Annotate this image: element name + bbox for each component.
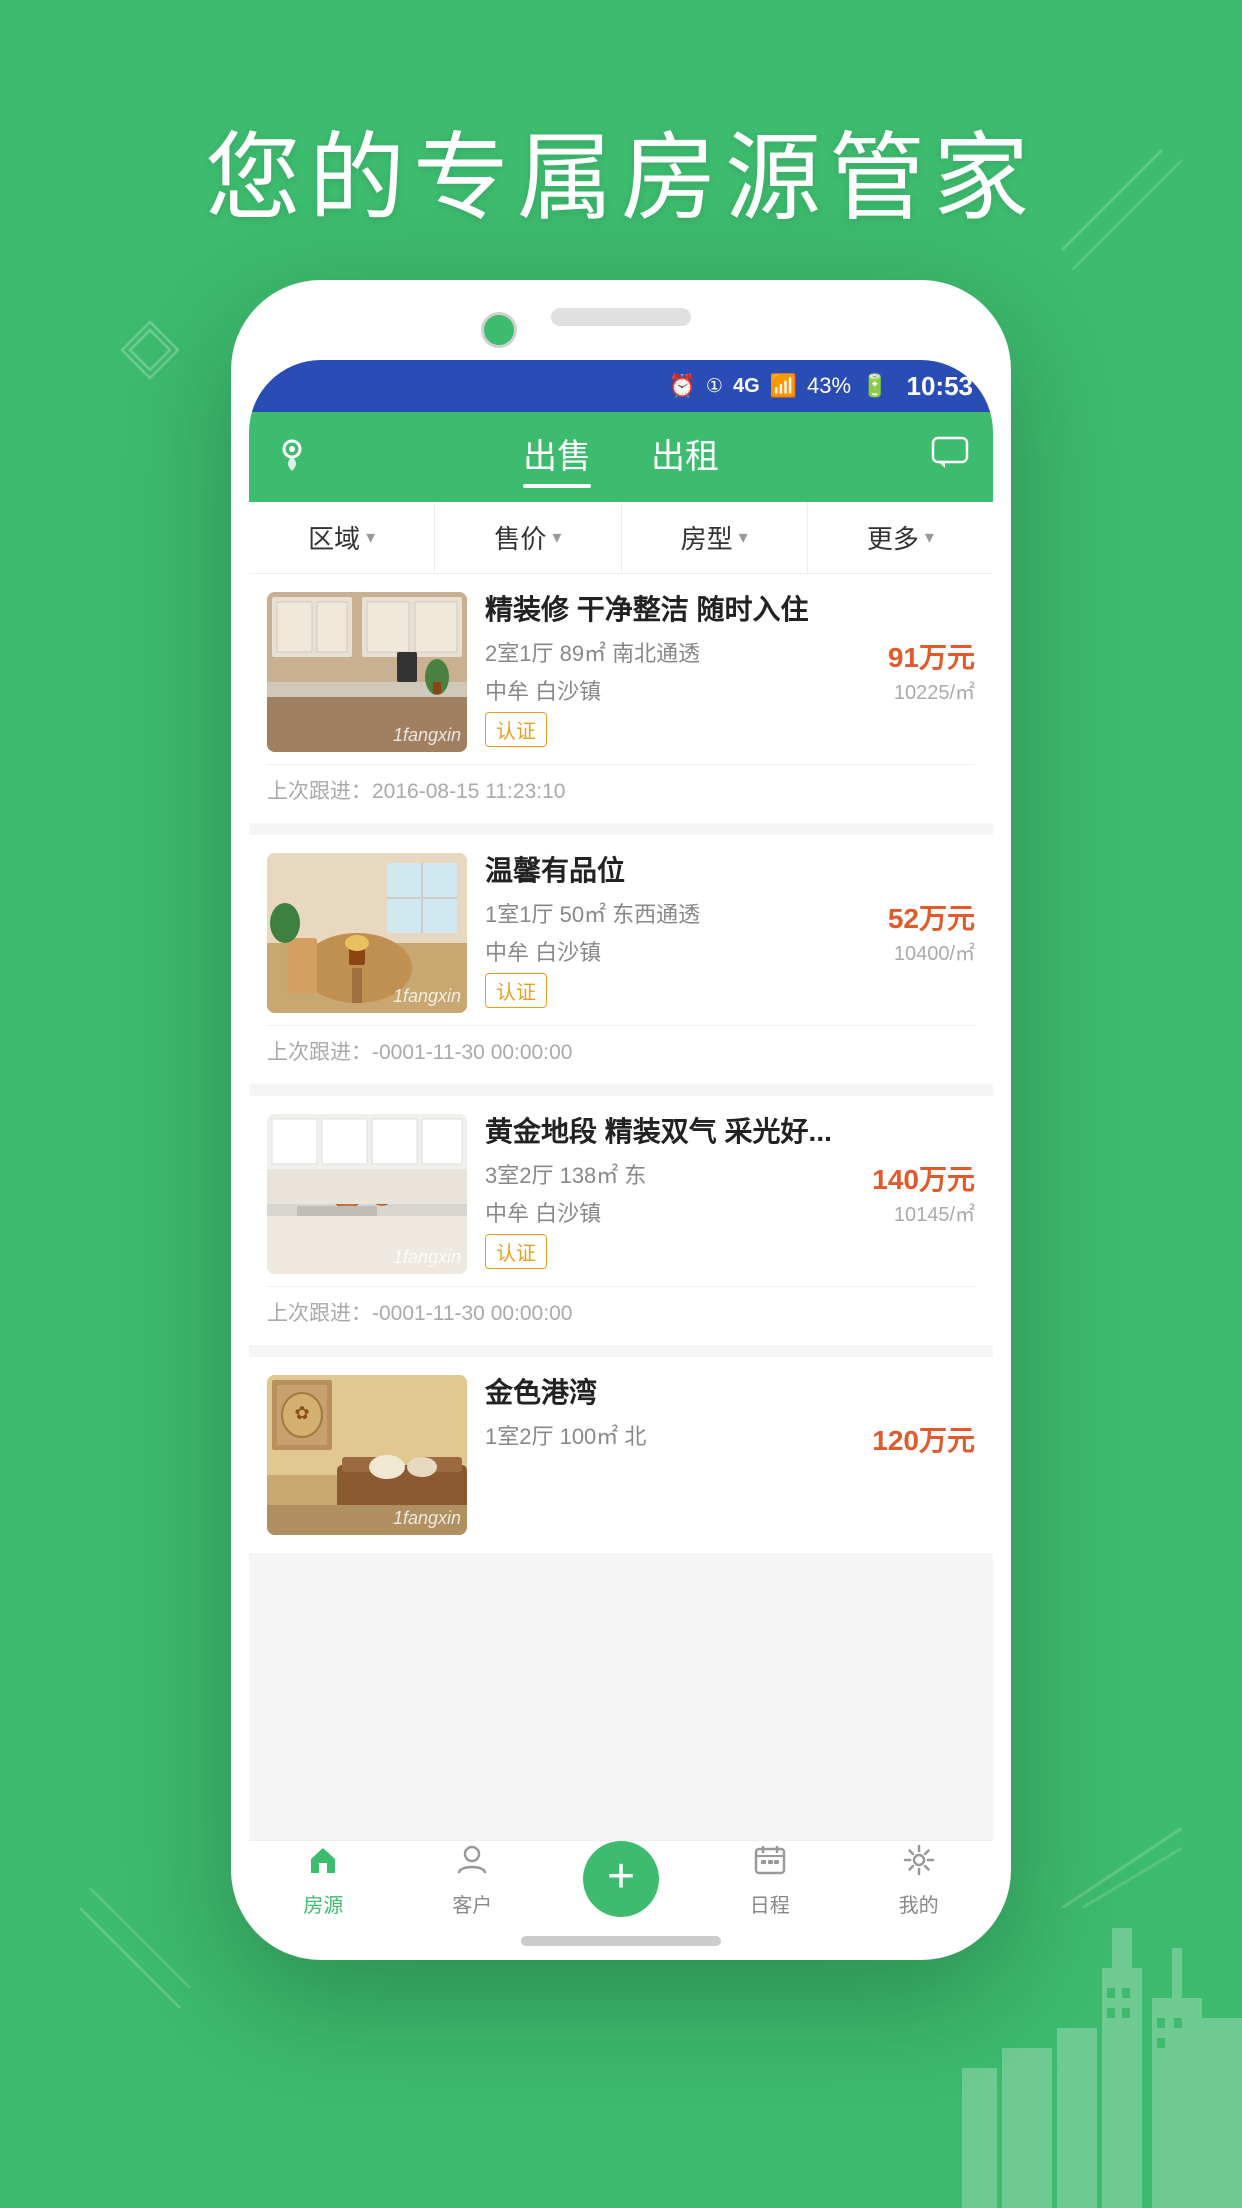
listing-title-2: 温馨有品位 [485,853,975,889]
listing-price-per-1: 10225/㎡ [894,676,975,705]
listing-price-4: 120万元 [872,1419,975,1459]
person-icon [455,1843,489,1885]
listing-price-1: 91万元 [888,636,975,676]
filter-area-label: 区域 [308,519,360,556]
nav-label-mine: 我的 [899,1889,939,1918]
listing-title-4: 金色港湾 [485,1375,975,1411]
list-item[interactable]: 1fangxin 黄金地段 精装双气 采光好... 3室2厅 138㎡ 东 中牟… [249,1096,993,1345]
alarm-icon: ⏰ [669,373,696,399]
filter-more[interactable]: 更多 ▾ [808,502,993,573]
tab-sale[interactable]: 出售 [523,429,591,486]
battery-pct: 43% [807,373,851,399]
status-bar: ⏰ ① 4G 📶 43% 🔋 10:53 [249,360,993,412]
battery-icon: 🔋 [861,373,888,399]
listing-certified-badge-3: 认证 [485,1234,547,1269]
listing-image-4: ✿ 1fangxin [267,1375,467,1535]
listing-certified-badge-1: 认证 [485,712,547,747]
listing-price-2: 52万元 [888,897,975,937]
sim-icon: ① [706,375,723,398]
phone-home-indicator [521,1936,721,1946]
location-icon[interactable] [273,433,311,481]
nav-label-schedule: 日程 [750,1889,790,1918]
list-item[interactable]: 1fangxin 温馨有品位 1室1厅 50㎡ 东西通透 中牟 白沙镇 52万元 [249,835,993,1084]
listing-follow-time-1: 上次跟进：2016-08-15 11:23:10 [267,764,975,805]
chat-icon[interactable] [931,434,969,481]
filter-price-label: 售价 [494,519,546,556]
img-watermark-3: 1fangxin [393,1247,461,1268]
phone-screen: ⏰ ① 4G 📶 43% 🔋 10:53 出售 [249,360,993,1920]
bottom-nav: 房源 客户 + [249,1840,993,1920]
listing-follow-time-2: 上次跟进：-0001-11-30 00:00:00 [267,1025,975,1066]
network-icon: 4G [733,375,760,398]
clock: 10:53 [907,371,974,402]
phone-camera [481,312,517,348]
nav-item-add[interactable]: + [547,1841,696,1921]
img-watermark-4: 1fangxin [393,1508,461,1529]
app-tagline: 您的专属房源管家 [0,100,1242,239]
listing-price-per-3: 10145/㎡ [894,1198,975,1227]
listing-follow-time-3: 上次跟进：-0001-11-30 00:00:00 [267,1286,975,1327]
filter-price-arrow: ▾ [552,527,561,548]
calendar-icon [753,1843,787,1885]
listing-title-1: 精装修 干净整洁 随时入住 [485,592,975,628]
nav-item-clients[interactable]: 客户 [398,1843,547,1918]
nav-item-mine[interactable]: 我的 [844,1843,993,1918]
listings-container: 1fangxin 精装修 干净整洁 随时入住 2室1厅 89㎡ 南北通透 中牟 … [249,574,993,1840]
listing-image-1: 1fangxin [267,592,467,752]
img-watermark-1: 1fangxin [393,725,461,746]
listing-details-3: 3室2厅 138㎡ 东 [485,1158,646,1190]
home-icon [306,1843,340,1885]
plus-icon: + [607,1853,635,1901]
deco-diamond [120,320,180,380]
img-watermark-2: 1fangxin [393,986,461,1007]
filter-bar: 区域 ▾ 售价 ▾ 房型 ▾ 更多 ▾ [249,502,993,574]
nav-label-clients: 客户 [452,1889,492,1918]
tab-rent[interactable]: 出租 [651,429,719,486]
deco-lines-bl [80,1888,200,2008]
phone-mockup: ⏰ ① 4G 📶 43% 🔋 10:53 出售 [231,280,1011,1960]
filter-type-arrow: ▾ [739,527,748,548]
nav-item-schedule[interactable]: 日程 [695,1843,844,1918]
filter-area[interactable]: 区域 ▾ [249,502,435,573]
list-item[interactable]: 1fangxin 精装修 干净整洁 随时入住 2室1厅 89㎡ 南北通透 中牟 … [249,574,993,823]
filter-more-label: 更多 [867,519,919,556]
listing-certified-badge-2: 认证 [485,973,547,1008]
add-button[interactable]: + [583,1841,659,1917]
list-item[interactable]: ✿ 1fangxin [249,1357,993,1553]
listing-price-3: 140万元 [872,1158,975,1198]
nav-label-listings: 房源 [303,1889,343,1918]
listing-image-2: 1fangxin [267,853,467,1013]
listing-price-per-2: 10400/㎡ [894,937,975,966]
listing-details-4: 1室2厅 100㎡ 北 [485,1419,646,1451]
nav-item-listings[interactable]: 房源 [249,1843,398,1918]
filter-type-label: 房型 [681,519,733,556]
filter-more-arrow: ▾ [925,527,934,548]
signal-icon: 📶 [770,373,797,399]
listing-location-3: 中牟 白沙镇 [485,1196,646,1228]
nav-bar: 出售 出租 [249,412,993,502]
filter-type[interactable]: 房型 ▾ [622,502,808,573]
settings-icon [902,1843,936,1885]
phone-speaker [551,308,691,326]
svg-text:✿: ✿ [294,1403,309,1423]
filter-area-arrow: ▾ [366,527,375,548]
listing-title-3: 黄金地段 精装双气 采光好... [485,1114,975,1150]
listing-details-1: 2室1厅 89㎡ 南北通透 [485,636,700,668]
listing-details-2: 1室1厅 50㎡ 东西通透 [485,897,700,929]
listing-location-2: 中牟 白沙镇 [485,935,700,967]
listing-location-1: 中牟 白沙镇 [485,674,700,706]
listing-image-3: 1fangxin [267,1114,467,1274]
filter-price[interactable]: 售价 ▾ [435,502,621,573]
nav-tabs: 出售 出租 [523,429,719,486]
